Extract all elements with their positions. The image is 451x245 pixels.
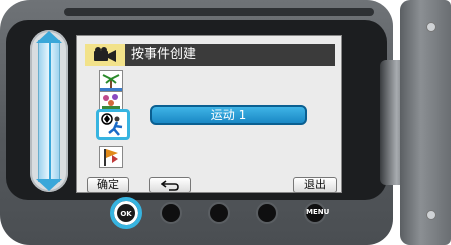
return-arrow-icon (160, 180, 179, 191)
camera-body: 按事件创建 运动 1 确定 退出 OK MENU (0, 0, 393, 245)
soccer-player-icon[interactable] (96, 109, 130, 140)
back-button[interactable] (149, 177, 191, 193)
touch-slider[interactable] (30, 30, 68, 192)
lcd-screen: 按事件创建 运动 1 确定 退出 (76, 35, 342, 193)
hardware-button-2[interactable] (160, 202, 182, 224)
slider-line (49, 43, 51, 179)
side-panel (400, 0, 451, 245)
screw-icon (426, 22, 436, 32)
scroll-down-arrow-icon[interactable] (36, 179, 62, 191)
selected-event-value[interactable]: 运动 1 (150, 105, 307, 125)
confirm-button[interactable]: 确定 (87, 177, 129, 193)
page-title: 按事件创建 (131, 47, 197, 62)
menu-label: MENU (306, 208, 330, 216)
ok-button[interactable]: OK (110, 197, 142, 229)
screw-icon (426, 210, 436, 220)
title-bar: 按事件创建 (85, 44, 335, 66)
palm-tree-icon[interactable] (99, 70, 123, 92)
hardware-button-3[interactable] (208, 202, 230, 224)
scroll-up-arrow-icon[interactable] (36, 31, 62, 43)
ok-label: OK (120, 210, 132, 218)
flag-icon[interactable] (99, 146, 123, 168)
menu-button[interactable]: MENU (304, 202, 330, 224)
exit-button[interactable]: 退出 (293, 177, 337, 193)
camcorder-icon (85, 44, 125, 66)
camera-top-slot (64, 8, 374, 16)
slider-track[interactable] (36, 31, 62, 191)
hardware-button-4[interactable] (256, 202, 278, 224)
hardware-button-row: OK MENU (100, 197, 340, 229)
